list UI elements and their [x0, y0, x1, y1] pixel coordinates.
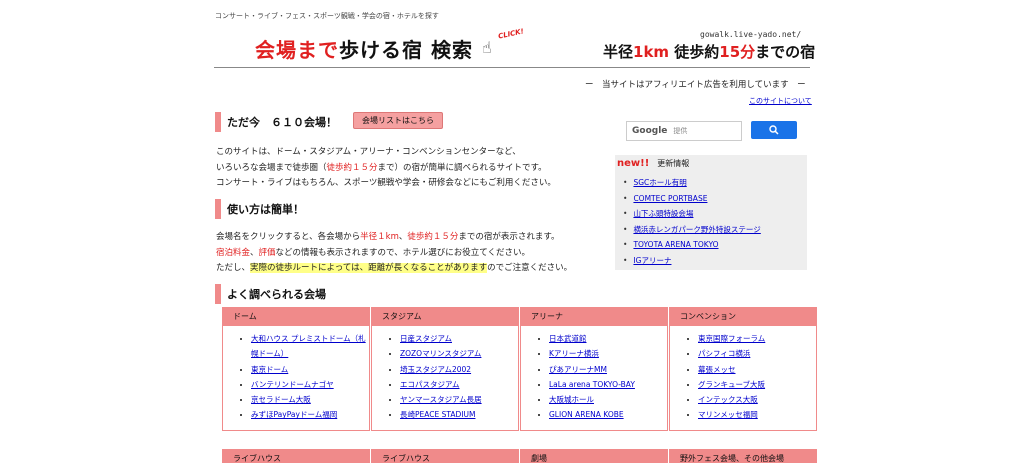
about-link[interactable]: このサイトについて — [749, 96, 812, 106]
search-icon — [769, 125, 779, 135]
category-box-dome: ドーム 大和ハウス プレミストドーム（札幌ドーム） 東京ドーム バンテリンドーム… — [222, 307, 370, 431]
venue-item: マリンメッセ福岡 — [698, 407, 816, 422]
venue-item: ヤンマースタジアム長居 — [400, 392, 518, 407]
site-logo[interactable]: 会場まで歩ける宿 検索 — [255, 34, 473, 63]
venue-item: ZOZOマリンスタジアム — [400, 346, 518, 361]
affiliate-notice: ー 当サイトはアフィリエイト広告を利用しています ー — [585, 80, 806, 90]
news-list: SGCホール有明 COMTEC PORTBASE 山下ふ頭特設会場 横浜赤レンガ… — [623, 175, 761, 269]
news-item: 横浜赤レンガパーク野外特設ステージ — [623, 222, 760, 238]
venue-item: 長崎PEACE STADIUM — [400, 407, 518, 422]
category-title: ライブハウス — [372, 450, 518, 463]
header-divider — [214, 67, 810, 68]
google-logo: Google — [632, 126, 668, 136]
howto-paragraph: 会場名をクリックすると、各会場から半径１km、徒歩約１５分までの宿が表示されます… — [216, 232, 573, 273]
news-item: TOYOTA ARENA TOKYO — [623, 237, 761, 253]
news-item: IGアリーナ — [623, 253, 761, 269]
howto-heading: 使い方は簡単！ — [215, 199, 304, 219]
venue-item: 京セラドーム大阪 — [251, 392, 369, 407]
category-title: ライブハウス — [223, 450, 369, 463]
news-panel: new!! 更新情報 SGCホール有明 COMTEC PORTBASE 山下ふ頭… — [615, 155, 807, 270]
search-placeholder: 提供 — [673, 127, 688, 135]
heading-marker — [215, 199, 221, 219]
heading-marker — [215, 112, 221, 132]
venue-item: バンテリンドームナゴヤ — [251, 377, 369, 392]
venue-item: エコパスタジアム — [400, 377, 518, 392]
logo-red-text: 会場まで — [255, 38, 339, 62]
category-title: ドーム — [223, 308, 369, 326]
click-label: CLICK! — [497, 27, 525, 41]
category-title: スタジアム — [372, 308, 518, 326]
venue-item: 大和ハウス プレミストドーム（札幌ドーム） — [251, 331, 369, 362]
venue-item: Kアリーナ横浜 — [549, 346, 667, 361]
venue-item: 大阪城ホール — [549, 392, 667, 407]
category-box-theater: 劇場 — [520, 449, 668, 463]
intro-paragraph: このサイトは、ドーム・スタジアム・アリーナ・コンベンションセンターなど、 いろい… — [216, 147, 556, 188]
site-tagline: コンサート・ライブ・フェス・スポーツ観戦・学会の宿・ホテルを探す — [215, 12, 439, 20]
popular-venues-heading: よく調べられる会場 — [215, 284, 326, 304]
category-box-convention: コンベンション 東京国際フォーラム パシフィコ横浜 幕張メッセ グランキューブ大… — [669, 307, 817, 431]
venue-item: 東京ドーム — [251, 362, 369, 377]
site-url: gowalk.live-yado.net/ — [700, 30, 802, 39]
venue-item: グランキューブ大阪 — [698, 377, 816, 392]
category-box-outdoor: 野外フェス会場、その他会場 — [669, 449, 817, 463]
venue-item: 幕張メッセ — [698, 362, 816, 377]
search-input[interactable]: Google 提供 — [626, 121, 742, 141]
venue-item: インテックス大阪 — [698, 392, 816, 407]
category-box-livehouse-2: ライブハウス — [371, 449, 519, 463]
logo-main-text: 歩ける宿 検索 — [339, 38, 473, 62]
venue-item: GLION ARENA KOBE — [549, 407, 667, 422]
category-title: 劇場 — [521, 450, 667, 463]
category-title: コンベンション — [670, 308, 816, 326]
category-title: アリーナ — [521, 308, 667, 326]
venue-item: ぴあアリーナMM — [549, 362, 667, 377]
category-box-arena: アリーナ 日本武道館 Kアリーナ横浜 ぴあアリーナMM LaLa arena T… — [520, 307, 668, 431]
venue-item: 日産スタジアム — [400, 331, 518, 346]
news-item: 山下ふ頭特設会場 — [623, 206, 761, 222]
venue-item: LaLa arena TOKYO-BAY — [549, 377, 667, 392]
category-title: 野外フェス会場、その他会場 — [670, 450, 816, 463]
pointer-hand-icon: ☝ — [482, 38, 492, 57]
venue-item: 日本武道館 — [549, 331, 667, 346]
heading-marker — [215, 284, 221, 304]
search-button[interactable] — [751, 121, 797, 139]
news-title: new!! 更新情報 — [617, 158, 690, 169]
venue-item: パシフィコ横浜 — [698, 346, 816, 361]
category-box-stadium: スタジアム 日産スタジアム ZOZOマリンスタジアム 埼玉スタジアム2002 エ… — [371, 307, 519, 431]
news-item: SGCホール有明 — [623, 175, 761, 191]
venue-item: 東京国際フォーラム — [698, 331, 816, 346]
venue-count-heading: ただ今 ６１０会場！ — [215, 112, 337, 132]
category-box-livehouse: ライブハウス — [222, 449, 370, 463]
news-item: COMTEC PORTBASE — [623, 191, 761, 207]
venue-list-button[interactable]: 会場リストはこちら — [353, 112, 443, 129]
venue-item: 埼玉スタジアム2002 — [400, 362, 518, 377]
site-slogan: 半径1km 徒歩約15分までの宿 — [603, 43, 816, 61]
venue-item: みずほPayPayドーム福岡 — [251, 407, 369, 422]
